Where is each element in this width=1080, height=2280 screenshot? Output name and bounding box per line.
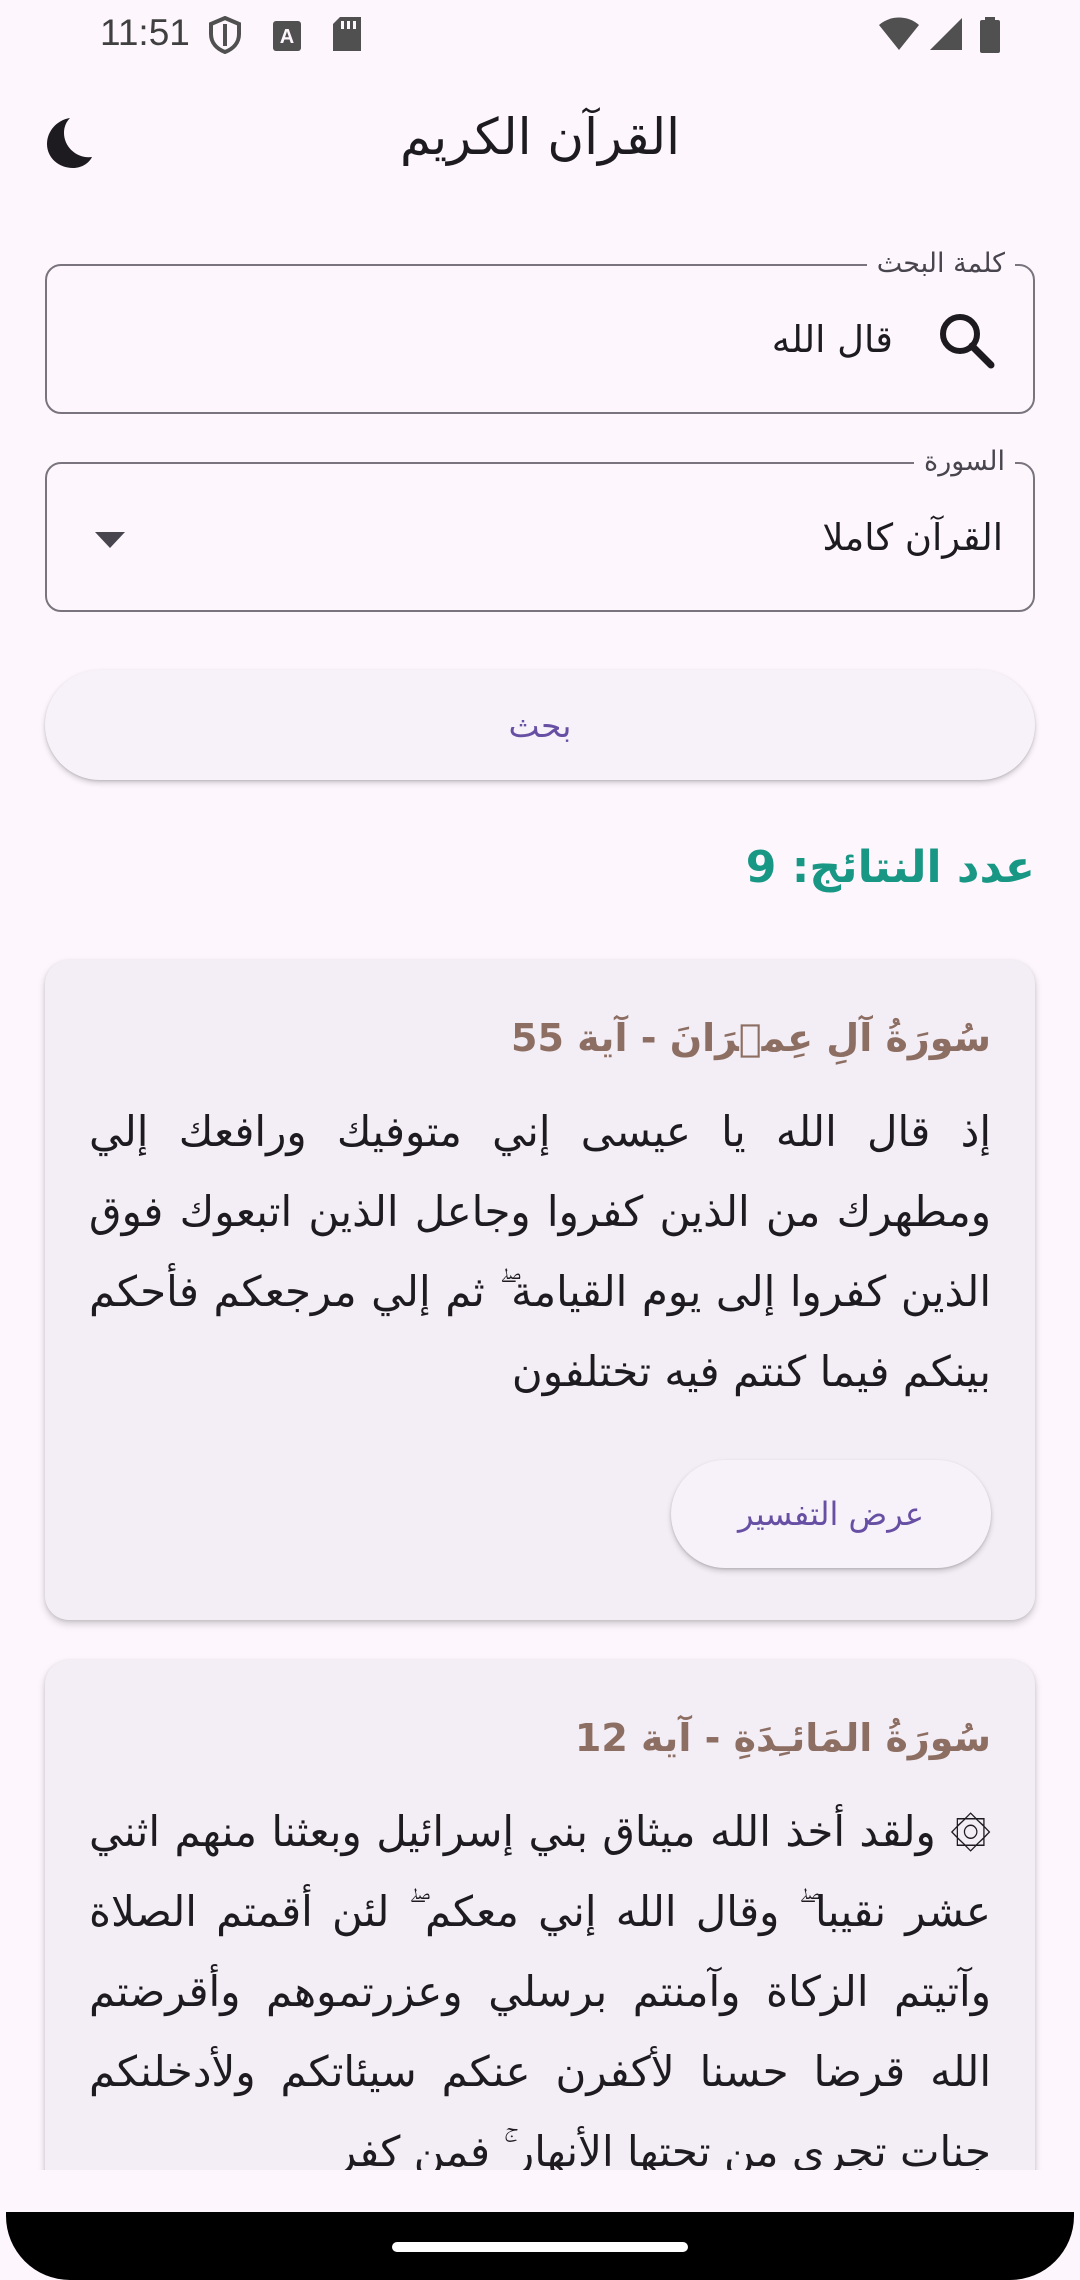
result-card: سُورَةُ آلِ عِمۡرَانَ - آية 55 إذ قال ال… [45,960,1035,1620]
search-icon[interactable] [934,308,998,372]
wifi-icon [879,17,919,50]
result-card: سُورَةُ المَائـِدَةِ - آية 12 ۞ ولقد أخذ… [45,1660,1035,2170]
navigation-bar [0,2170,1080,2280]
svg-text:A: A [280,26,294,48]
autofill-icon: A [273,21,301,51]
app-bar: القرآن الكريم [0,90,1080,195]
status-bar: 11:51 A [0,0,1080,70]
page-title: القرآن الكريم [399,108,681,166]
show-tafsir-button[interactable]: عرض التفسير [671,1460,991,1568]
battery-icon [980,17,1000,53]
sd-card-icon [333,17,361,51]
cellular-signal-icon [930,18,962,50]
surah-select-value: القرآن كاملا [822,515,1003,559]
search-input[interactable]: قال الله [772,266,893,412]
verse-text: ۞ ولقد أخذ الله ميثاق بني إسرائيل وبعثنا… [89,1807,991,2170]
dropdown-arrow-icon[interactable] [93,522,127,556]
status-time: 11:51 [100,12,190,53]
results-list[interactable]: سُورَةُ آلِ عِمۡرَانَ - آية 55 إذ قال ال… [0,950,1080,2170]
result-title: سُورَةُ المَائـِدَةِ - آية 12 [574,1716,991,1760]
home-gesture-handle[interactable] [392,2242,688,2252]
surah-select[interactable]: السورة القرآن كاملا [45,447,1035,612]
verse-text: إذ قال الله يا عيسى إني متوفيك ورافعك إل… [89,1107,991,1396]
results-count: عدد النتائج: 9 [745,842,1035,893]
search-button[interactable]: بحث [45,670,1035,780]
search-field[interactable]: كلمة البحث قال الله [45,249,1035,414]
result-title: سُورَةُ آلِ عِمۡرَانَ - آية 55 [511,1016,991,1060]
vpn-shield-icon [209,16,241,54]
